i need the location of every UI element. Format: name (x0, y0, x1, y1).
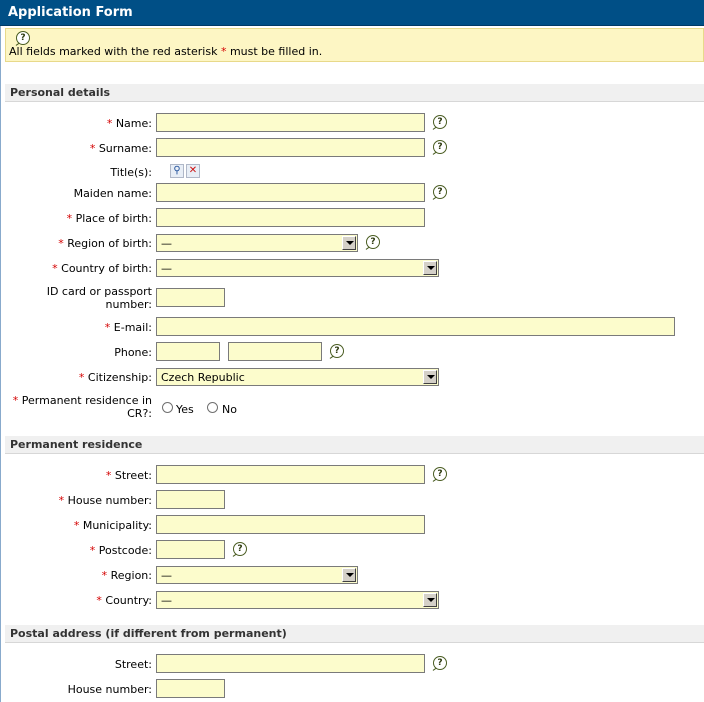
citizenship-select[interactable]: Czech Republic (156, 368, 439, 386)
chevron-down-icon[interactable] (423, 593, 437, 607)
postal-street-input[interactable] (156, 654, 425, 673)
country-select[interactable]: — (156, 591, 439, 609)
name-input[interactable] (156, 113, 425, 132)
delete-icon[interactable]: ✕ (186, 164, 200, 178)
phone-label: Phone: (114, 346, 152, 359)
place-of-birth-label: * Place of birth: (66, 212, 152, 225)
surname-input[interactable] (156, 138, 425, 157)
title-bar: Application Form (0, 0, 704, 26)
chevron-down-icon[interactable] (342, 568, 356, 582)
permanent-residence-label: * Permanent residence in CR?: (12, 394, 152, 420)
help-icon[interactable]: ? (233, 542, 247, 556)
section-permanent-residence: Permanent residence (5, 436, 704, 454)
id-card-input[interactable] (156, 288, 225, 307)
residence-yes-label: Yes (176, 403, 194, 416)
street-input[interactable] (156, 465, 425, 484)
residence-no-label: No (222, 403, 237, 416)
surname-label: * Surname: (89, 142, 152, 155)
region-select[interactable]: — (156, 566, 358, 584)
email-label: * E-mail: (104, 321, 152, 334)
email-input[interactable] (156, 317, 675, 336)
help-icon[interactable]: ? (433, 140, 447, 154)
help-icon[interactable]: ? (16, 31, 30, 45)
postal-house-number-label: House number: (67, 683, 152, 696)
search-icon[interactable]: ⚲ (170, 164, 184, 178)
help-icon[interactable]: ? (433, 185, 447, 199)
house-number-label: * House number: (58, 494, 152, 507)
region-label: * Region: (101, 569, 152, 582)
postcode-label: * Postcode: (89, 544, 152, 557)
residence-yes-radio[interactable] (162, 402, 173, 413)
maiden-name-input[interactable] (156, 183, 425, 202)
name-label: * Name: (106, 117, 152, 130)
chevron-down-icon[interactable] (423, 370, 437, 384)
municipality-input[interactable] (156, 515, 425, 534)
titles-label: Title(s): (110, 166, 152, 179)
phone-prefix-input[interactable] (156, 342, 220, 361)
postal-house-number-input[interactable] (156, 679, 225, 698)
country-of-birth-select[interactable]: — (156, 259, 439, 277)
help-icon[interactable]: ? (433, 115, 447, 129)
required-notice: ? All fields marked with the red asteris… (5, 28, 704, 62)
postcode-input[interactable] (156, 540, 225, 559)
phone-number-input[interactable] (228, 342, 322, 361)
postal-street-label: Street: (114, 658, 152, 671)
help-icon[interactable]: ? (433, 656, 447, 670)
notice-text: All fields marked with the red asterisk … (9, 45, 323, 58)
citizenship-label: * Citizenship: (78, 371, 152, 384)
place-of-birth-input[interactable] (156, 208, 425, 227)
country-label: * Country: (96, 594, 152, 607)
help-icon[interactable]: ? (433, 467, 447, 481)
residence-no-radio[interactable] (207, 402, 218, 413)
chevron-down-icon[interactable] (423, 261, 437, 275)
municipality-label: * Municipality: (73, 519, 152, 532)
help-icon[interactable]: ? (330, 344, 344, 358)
section-personal-details: Personal details (5, 84, 704, 102)
chevron-down-icon[interactable] (342, 236, 356, 250)
region-of-birth-select[interactable]: — (156, 234, 358, 252)
section-postal-address: Postal address (if different from perman… (5, 625, 704, 643)
help-icon[interactable]: ? (366, 235, 380, 249)
id-card-label: ID card or passport number: (46, 285, 152, 311)
house-number-input[interactable] (156, 490, 225, 509)
street-label: * Street: (105, 469, 152, 482)
form-title: Application Form (8, 5, 133, 20)
region-of-birth-label: * Region of birth: (58, 237, 152, 250)
country-of-birth-label: * Country of birth: (52, 262, 152, 275)
maiden-name-label: Maiden name: (73, 187, 152, 200)
